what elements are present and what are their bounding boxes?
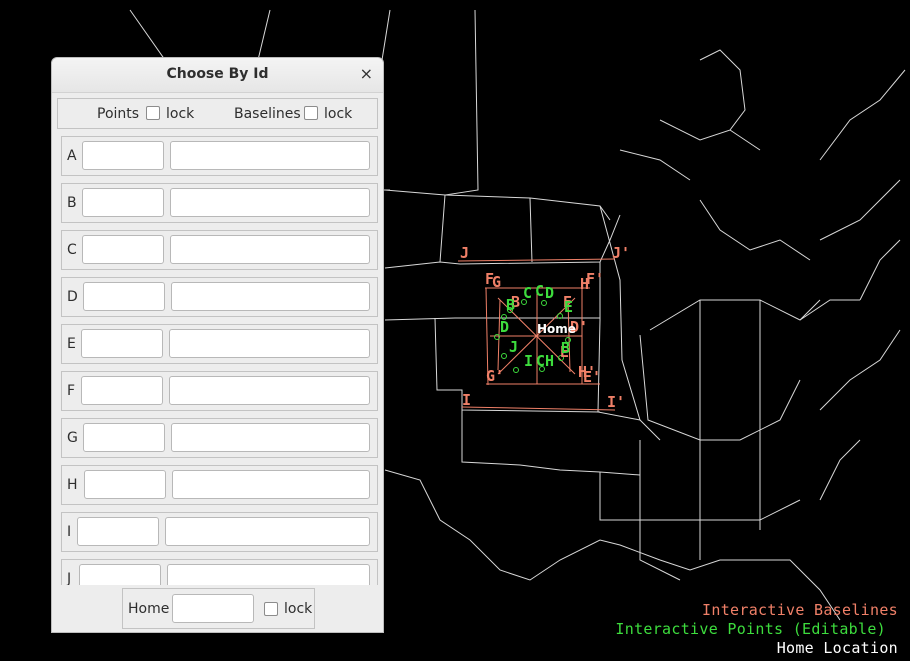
id-row-a: A	[61, 136, 378, 176]
row-long-input[interactable]	[171, 423, 370, 452]
point-label: B	[506, 296, 515, 314]
row-short-input[interactable]	[84, 470, 166, 499]
id-rows-scroll[interactable]: A B C D E F G H I J	[57, 136, 378, 585]
point-label: C	[523, 284, 532, 302]
row-label: F	[67, 383, 76, 399]
row-label: E	[67, 336, 76, 352]
home-marker-label: Home	[537, 322, 576, 336]
baseline-label: G	[492, 273, 501, 291]
points-lock-checkbox[interactable]	[146, 106, 160, 120]
row-long-input[interactable]	[172, 470, 370, 499]
point-label: D	[545, 284, 554, 302]
row-long-input[interactable]	[171, 282, 370, 311]
row-short-input[interactable]	[82, 141, 164, 170]
points-lock-label: lock	[166, 106, 195, 122]
row-short-input[interactable]	[83, 423, 165, 452]
row-long-input[interactable]	[169, 329, 370, 358]
row-short-input[interactable]	[79, 564, 161, 585]
row-label: B	[67, 195, 77, 211]
point-label: C	[535, 282, 544, 300]
id-row-e: E	[61, 324, 378, 364]
id-row-i: I	[61, 512, 378, 552]
home-footer: Home lock	[122, 588, 315, 629]
point-label: C	[536, 352, 545, 370]
choose-by-id-dialog: Choose By Id × Points lock Baselines loc…	[51, 57, 384, 633]
point-label: D	[500, 318, 509, 336]
row-long-input[interactable]	[167, 564, 370, 585]
row-long-input[interactable]	[170, 188, 370, 217]
row-short-input[interactable]	[82, 188, 164, 217]
legend-home: Home Location	[776, 639, 898, 657]
id-row-c: C	[61, 230, 378, 270]
baseline-label: G'	[486, 367, 504, 385]
points-label: Points	[97, 106, 140, 122]
id-row-f: F	[61, 371, 378, 411]
row-label: I	[67, 524, 72, 540]
baselines-label: Baselines	[234, 106, 301, 122]
id-row-g: G	[61, 418, 378, 458]
baseline-label: H	[580, 275, 589, 293]
baseline-label: J	[460, 244, 469, 262]
point-label: J	[509, 338, 518, 356]
close-icon[interactable]: ×	[360, 64, 373, 83]
dialog-title: Choose By Id	[166, 66, 269, 82]
row-label: H	[67, 477, 78, 493]
row-label: A	[67, 148, 77, 164]
row-label: C	[67, 242, 77, 258]
legend-points: Interactive Points (Editable)	[615, 620, 886, 638]
row-long-input[interactable]	[165, 517, 370, 546]
home-lock-label: lock	[284, 601, 313, 617]
baseline-label: E'	[583, 368, 601, 386]
baselines-lock-checkbox[interactable]	[304, 106, 318, 120]
baselines-lock-label: lock	[324, 106, 353, 122]
point-label: B	[561, 339, 570, 357]
lock-bar: Points lock Baselines lock	[57, 98, 378, 129]
dialog-titlebar[interactable]: Choose By Id ×	[52, 58, 383, 93]
legend-baselines: Interactive Baselines	[702, 601, 898, 619]
point-label: H	[545, 352, 554, 370]
point-label: E	[564, 298, 573, 316]
baseline-label: I	[462, 391, 471, 409]
home-label: Home	[128, 601, 170, 617]
baseline-label: I'	[607, 393, 625, 411]
home-lock-checkbox[interactable]	[264, 602, 278, 616]
row-short-input[interactable]	[83, 282, 165, 311]
baseline-label: J'	[612, 244, 630, 262]
row-short-input[interactable]	[82, 235, 164, 264]
row-short-input[interactable]	[77, 517, 159, 546]
id-row-h: H	[61, 465, 378, 505]
row-long-input[interactable]	[169, 376, 370, 405]
id-row-j: J	[61, 559, 378, 585]
point-label: I	[524, 352, 533, 370]
row-label: J	[67, 571, 72, 585]
id-row-d: D	[61, 277, 378, 317]
home-input[interactable]	[172, 594, 254, 623]
id-row-b: B	[61, 183, 378, 223]
row-long-input[interactable]	[170, 235, 370, 264]
row-label: G	[67, 430, 78, 446]
row-long-input[interactable]	[170, 141, 370, 170]
row-label: D	[67, 289, 78, 305]
row-short-input[interactable]	[81, 329, 163, 358]
row-short-input[interactable]	[81, 376, 163, 405]
